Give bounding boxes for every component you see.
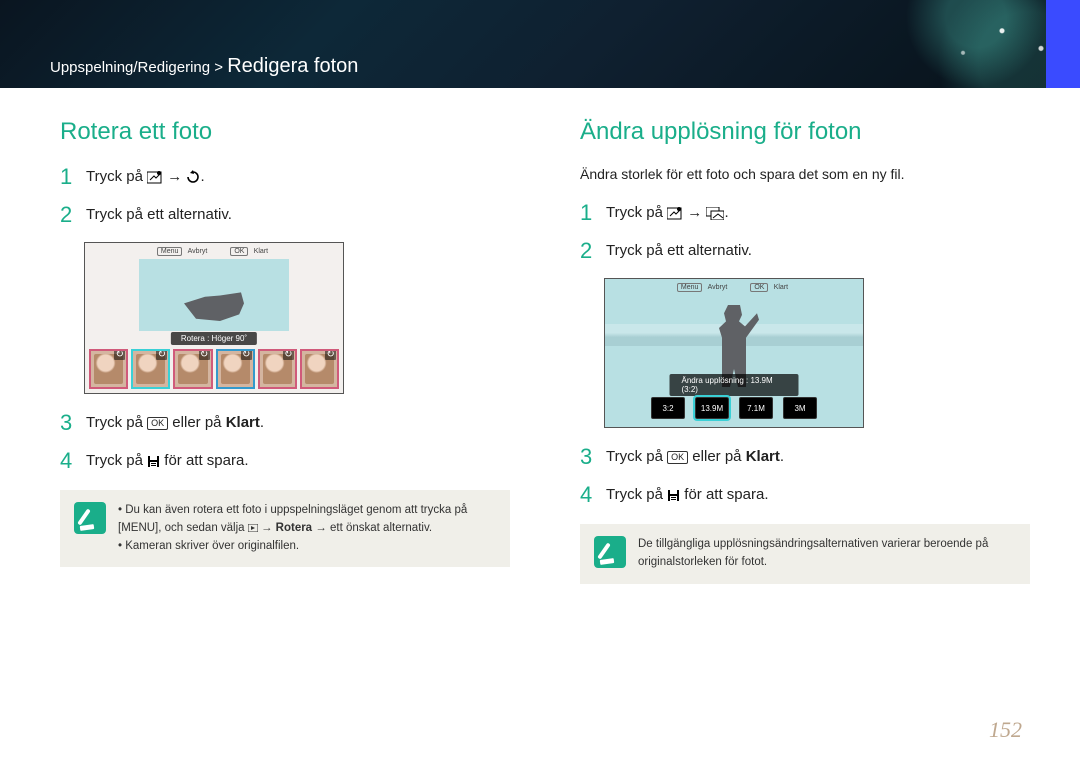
menu-key: [MENU] bbox=[118, 522, 158, 534]
edit-icon bbox=[667, 206, 683, 220]
page-header: Uppspelning/Redigering > Redigera foton bbox=[0, 0, 1080, 88]
note-item: Kameran skriver över originalfilen. bbox=[118, 538, 496, 556]
menu-button: Menu bbox=[157, 247, 183, 256]
step-number: 2 bbox=[580, 240, 596, 262]
column-right: Ändra upplösning för foton Ändra storlek… bbox=[580, 118, 1030, 584]
thumbnail bbox=[89, 349, 128, 389]
play-icon bbox=[248, 524, 258, 532]
thumbnail bbox=[300, 349, 339, 389]
step-number: 2 bbox=[60, 204, 76, 226]
screenshot-thumbnails bbox=[89, 349, 339, 389]
resolution-options: 3:2 13.9M 7.1M 3M bbox=[651, 397, 817, 419]
step-number: 4 bbox=[60, 450, 76, 472]
step-number: 1 bbox=[580, 202, 596, 224]
thumbnail bbox=[173, 349, 212, 389]
step-text: Tryck på OK eller på Klart. bbox=[606, 446, 784, 465]
screenshot-label: Ändra upplösning : 13.9M (3:2) bbox=[670, 374, 799, 396]
heading-resize: Ändra upplösning för foton bbox=[580, 118, 1030, 146]
arrow-icon: → bbox=[687, 204, 706, 221]
resolution-option-selected: 13.9M bbox=[695, 397, 729, 419]
step-number: 4 bbox=[580, 484, 596, 506]
edit-icon bbox=[147, 170, 163, 184]
step-2: 2 Tryck på ett alternativ. bbox=[580, 240, 1030, 262]
thumbnail bbox=[258, 349, 297, 389]
step-number: 3 bbox=[60, 412, 76, 434]
column-left: Rotera ett foto 1 Tryck på → . 2 Tryck p… bbox=[60, 118, 510, 584]
note-item: Du kan även rotera ett foto i uppspelnin… bbox=[118, 502, 496, 538]
step-3: 3 Tryck på OK eller på Klart. bbox=[60, 412, 510, 434]
step-number: 1 bbox=[60, 166, 76, 188]
ok-key-icon: OK bbox=[667, 451, 688, 464]
rotate-icon bbox=[186, 170, 200, 184]
breadcrumb-prefix: Uppspelning/Redigering > bbox=[50, 59, 227, 76]
step-number: 3 bbox=[580, 446, 596, 468]
screenshot-resize: Menu Avbryt OK Klart Ändra upplösning : … bbox=[604, 278, 864, 428]
pen-icon bbox=[74, 502, 106, 534]
step-text: Tryck på ett alternativ. bbox=[86, 204, 232, 223]
intro-text: Ändra storlek för ett foto och spara det… bbox=[580, 166, 1030, 182]
step-text: Tryck på för att spara. bbox=[86, 450, 249, 469]
content-area: Rotera ett foto 1 Tryck på → . 2 Tryck p… bbox=[0, 88, 1080, 584]
step-2: 2 Tryck på ett alternativ. bbox=[60, 204, 510, 226]
step-1: 1 Tryck på → . bbox=[580, 202, 1030, 224]
step-3: 3 Tryck på OK eller på Klart. bbox=[580, 446, 1030, 468]
thumbnail bbox=[131, 349, 170, 389]
screenshot-rotate: Menu Avbryt OK Klart Rotera : Höger 90˚ bbox=[84, 242, 344, 394]
screenshot-label: Rotera : Höger 90˚ bbox=[171, 332, 257, 345]
screenshot-topbar: Menu Avbryt OK Klart bbox=[85, 243, 343, 255]
screenshot-preview bbox=[139, 259, 289, 331]
resolution-option: 3:2 bbox=[651, 397, 685, 419]
step-text: Tryck på OK eller på Klart. bbox=[86, 412, 264, 431]
pen-icon bbox=[594, 536, 626, 568]
step-4: 4 Tryck på för att spara. bbox=[60, 450, 510, 472]
step-text: Tryck på → . bbox=[86, 166, 205, 185]
screenshot-topbar: Menu Avbryt OK Klart bbox=[605, 279, 863, 291]
note-box: De tillgängliga upplösningsändringsalter… bbox=[580, 524, 1030, 584]
ok-button: OK bbox=[750, 283, 768, 292]
save-icon bbox=[147, 455, 160, 468]
ok-button: OK bbox=[230, 247, 248, 256]
step-4: 4 Tryck på för att spara. bbox=[580, 484, 1030, 506]
note-box: Du kan även rotera ett foto i uppspelnin… bbox=[60, 490, 510, 567]
note-text: De tillgängliga upplösningsändringsalter… bbox=[638, 536, 1016, 572]
step-1: 1 Tryck på → . bbox=[60, 166, 510, 188]
save-icon bbox=[667, 489, 680, 502]
step-text: Tryck på → . bbox=[606, 202, 729, 221]
step-text: Tryck på ett alternativ. bbox=[606, 240, 752, 259]
page-title: Redigera foton bbox=[227, 55, 358, 77]
step-text: Tryck på för att spara. bbox=[606, 484, 769, 503]
page-number: 152 bbox=[989, 717, 1022, 743]
menu-button: Menu bbox=[677, 283, 703, 292]
resolution-option: 7.1M bbox=[739, 397, 773, 419]
arrow-icon: → bbox=[167, 168, 186, 185]
heading-rotate: Rotera ett foto bbox=[60, 118, 510, 146]
thumbnail bbox=[216, 349, 255, 389]
breadcrumb: Uppspelning/Redigering > Redigera foton bbox=[50, 55, 358, 78]
ok-key-icon: OK bbox=[147, 417, 168, 430]
note-list: Du kan även rotera ett foto i uppspelnin… bbox=[118, 502, 496, 555]
resize-icon bbox=[706, 207, 724, 220]
resolution-option: 3M bbox=[783, 397, 817, 419]
